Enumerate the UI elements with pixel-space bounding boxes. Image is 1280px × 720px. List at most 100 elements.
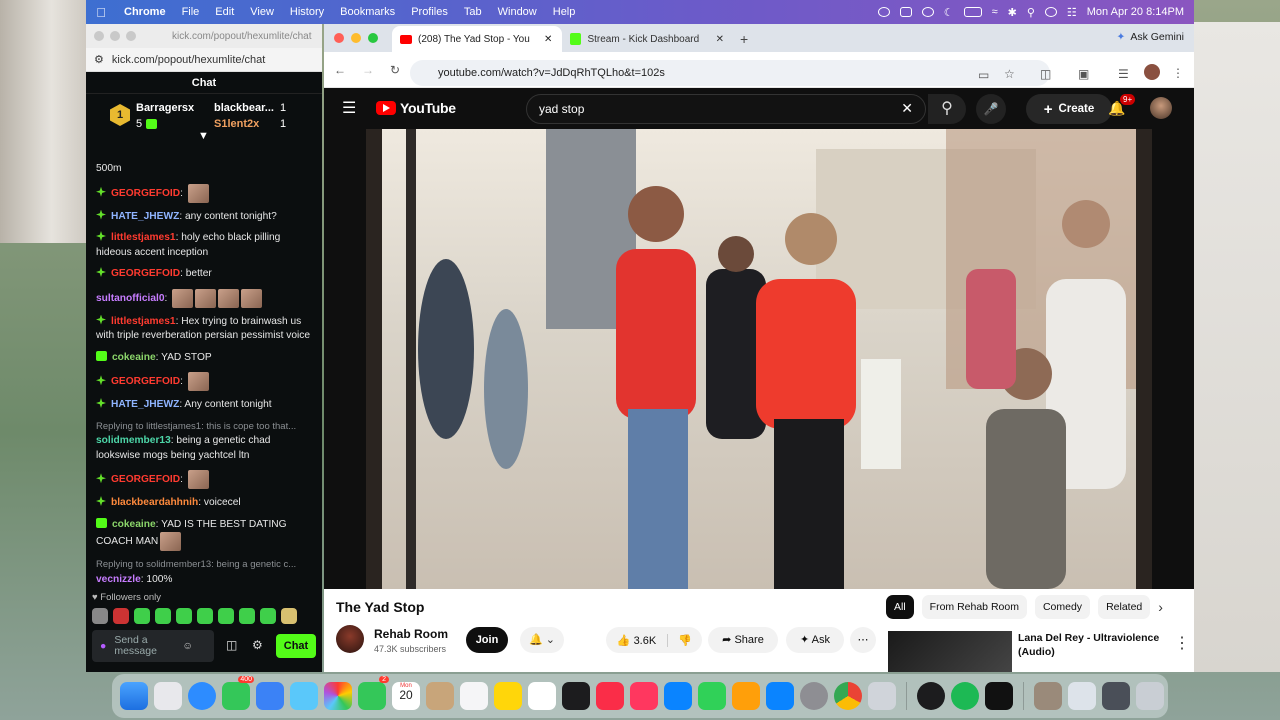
- chat-address-bar[interactable]: ⚙ kick.com/popout/hexumlite/chat: [86, 48, 322, 72]
- menu-file[interactable]: File: [174, 6, 208, 18]
- chrome-icon[interactable]: [834, 682, 862, 710]
- clear-search-icon[interactable]: ✕: [901, 100, 913, 117]
- emote-image[interactable]: [187, 183, 209, 203]
- install-icon[interactable]: ▭: [978, 68, 989, 82]
- system-settings-icon[interactable]: [800, 682, 828, 710]
- join-button[interactable]: Join: [466, 627, 508, 653]
- trash-icon[interactable]: [1136, 682, 1164, 710]
- profile-avatar[interactable]: [1144, 64, 1160, 80]
- notes-icon[interactable]: [494, 682, 522, 710]
- recent-item-icon[interactable]: [1068, 682, 1096, 710]
- emote-icon[interactable]: [155, 608, 171, 624]
- emote-image[interactable]: [172, 288, 194, 308]
- control-icon[interactable]: [877, 7, 890, 17]
- top-gifter-1[interactable]: Barragersx: [136, 102, 194, 114]
- emote-image[interactable]: [160, 532, 182, 551]
- music-icon[interactable]: [596, 682, 624, 710]
- emote-icon[interactable]: [239, 608, 255, 624]
- spotlight-icon[interactable]: ⚲: [1027, 6, 1035, 19]
- emote-icon[interactable]: [281, 608, 297, 624]
- hamburger-menu-icon[interactable]: ☰: [342, 98, 356, 118]
- ask-gemini-button[interactable]: ✦ Ask Gemini: [1117, 31, 1185, 43]
- side-panel-icon[interactable]: ▣: [1078, 67, 1089, 81]
- youtube-logo[interactable]: YouTube: [376, 100, 456, 116]
- battery-icon[interactable]: [963, 7, 982, 17]
- finder-icon[interactable]: [120, 682, 148, 710]
- more-actions-button[interactable]: ⋯: [850, 627, 876, 653]
- wifi-icon[interactable]: ≈: [992, 6, 998, 18]
- search-button[interactable]: ⚲: [928, 94, 966, 124]
- recommended-thumbnail[interactable]: [888, 631, 1012, 672]
- tab-close-icon[interactable]: ✕: [544, 34, 552, 45]
- bluetooth-icon[interactable]: ✱: [1008, 6, 1017, 19]
- address-bar[interactable]: youtube.com/watch?v=JdDqRhTQLho&t=102s: [410, 60, 1050, 86]
- minimize-dot[interactable]: [110, 31, 120, 41]
- freeform-icon[interactable]: [528, 682, 556, 710]
- recent-item-icon[interactable]: [1102, 682, 1130, 710]
- pages-icon[interactable]: [732, 682, 760, 710]
- emote-icon[interactable]: [260, 608, 276, 624]
- share-button[interactable]: ➦ Share: [708, 627, 778, 653]
- safari-icon[interactable]: [188, 682, 216, 710]
- bookmark-star-icon[interactable]: ☆: [1004, 67, 1015, 81]
- photos-icon[interactable]: [324, 682, 352, 710]
- chat-settings-icon[interactable]: ⚙: [252, 638, 263, 652]
- back-icon[interactable]: ←: [334, 63, 346, 77]
- reload-icon[interactable]: ↻: [390, 63, 400, 77]
- address-text[interactable]: youtube.com/watch?v=JdDqRhTQLho&t=102s: [438, 67, 665, 79]
- recommended-title[interactable]: Lana Del Rey - Ultraviolence (Audio): [1018, 631, 1168, 659]
- channel-name[interactable]: Rehab Room: [374, 627, 448, 641]
- tab-kick-dashboard[interactable]: Stream - Kick Dashboard ✕: [562, 26, 732, 52]
- numbers-icon[interactable]: [698, 682, 726, 710]
- menu-clock[interactable]: Mon Apr 20 8:14PM: [1087, 6, 1184, 18]
- like-button[interactable]: 👍 3.6K: [606, 633, 668, 647]
- ask-button[interactable]: ✦ Ask: [786, 627, 844, 653]
- menu-app-name[interactable]: Chrome: [116, 6, 174, 18]
- mic-icon[interactable]: ●: [100, 640, 106, 652]
- emote-icon[interactable]: [176, 608, 192, 624]
- emoji-icon[interactable]: ☺: [182, 640, 193, 652]
- keynote-icon[interactable]: [664, 682, 692, 710]
- maps-icon[interactable]: [290, 682, 318, 710]
- messages-icon[interactable]: 400: [222, 676, 254, 710]
- create-button[interactable]: + Create: [1026, 94, 1112, 124]
- chat-username[interactable]: GEORGEFOID: [111, 188, 180, 199]
- dislike-button[interactable]: 👎: [668, 634, 702, 647]
- close-dot[interactable]: [94, 31, 104, 41]
- recent-item-icon[interactable]: [1034, 682, 1062, 710]
- app-store-icon[interactable]: [766, 682, 794, 710]
- spotify-icon[interactable]: [951, 682, 979, 710]
- chrome-menu-icon[interactable]: ⋮: [1172, 66, 1184, 80]
- launchpad-icon[interactable]: [154, 682, 182, 710]
- media-icon[interactable]: ☰: [1118, 67, 1129, 81]
- extensions-icon[interactable]: ◫: [1040, 67, 1051, 81]
- emote-icon[interactable]: [92, 608, 108, 624]
- emote-image[interactable]: [241, 288, 263, 308]
- chat-username[interactable]: GEORGEFOID: [111, 376, 180, 387]
- reminders-icon[interactable]: [460, 682, 488, 710]
- chat-username[interactable]: HATE_JHEWZ: [111, 399, 179, 410]
- obs-icon[interactable]: [917, 682, 945, 710]
- chip-comedy[interactable]: Comedy: [1034, 595, 1091, 619]
- capcut-icon[interactable]: [985, 682, 1013, 710]
- emote-icon[interactable]: [113, 608, 129, 624]
- tab-youtube[interactable]: (208) The Yad Stop - You ✕: [392, 26, 562, 52]
- menu-history[interactable]: History: [282, 6, 332, 18]
- chat-send-button[interactable]: Chat: [276, 634, 316, 658]
- collapse-icon[interactable]: ▼: [198, 130, 209, 142]
- chip-all[interactable]: All: [886, 595, 914, 619]
- top-gifter-2[interactable]: blackbear...: [214, 102, 274, 114]
- chat-username[interactable]: solidmember13: [96, 435, 171, 446]
- chat-address[interactable]: kick.com/popout/hexumlite/chat: [112, 54, 265, 66]
- emote-icon[interactable]: [218, 608, 234, 624]
- zoom-dot[interactable]: [126, 31, 136, 41]
- forward-icon[interactable]: →: [362, 63, 374, 77]
- facetime-icon[interactable]: 2: [358, 676, 389, 710]
- top-gifter-3[interactable]: S1lent2x: [214, 118, 259, 130]
- gift-button-icon[interactable]: ◫: [226, 638, 237, 652]
- contacts-icon[interactable]: [426, 682, 454, 710]
- menu-view[interactable]: View: [242, 6, 282, 18]
- control-center-icon[interactable]: ☷: [1067, 6, 1077, 19]
- menu-profiles[interactable]: Profiles: [403, 6, 456, 18]
- new-tab-icon[interactable]: +: [740, 31, 748, 47]
